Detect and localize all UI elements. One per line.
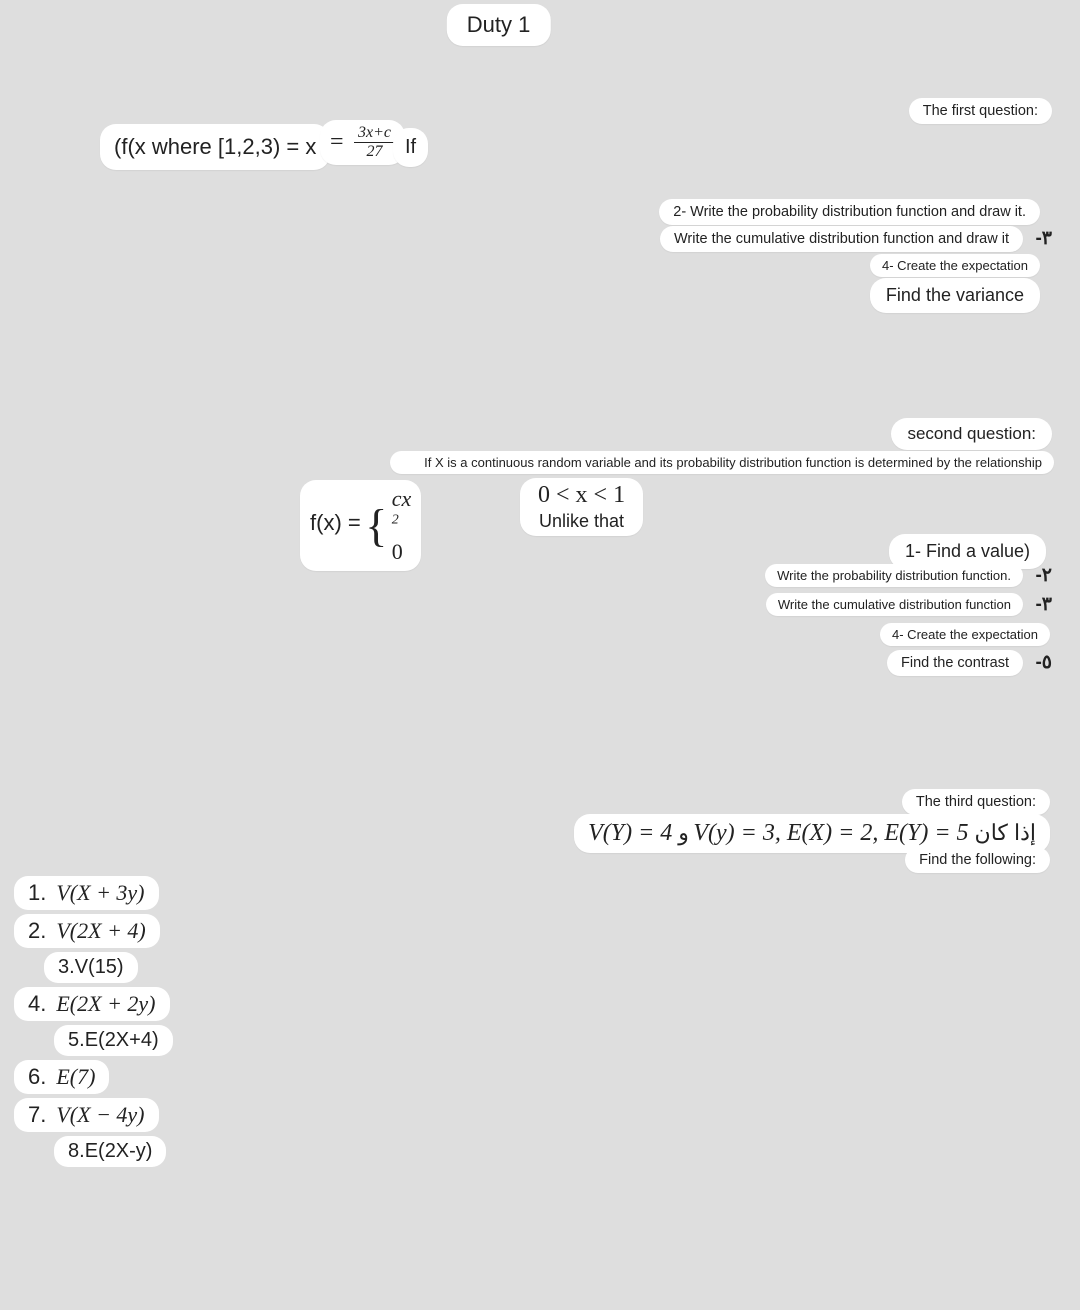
q2-interval-block: 0 < x < 1 Unlike that: [520, 478, 643, 536]
q3-item-8: 8.E(2X-y): [54, 1136, 166, 1167]
q3-item-7: 7.V(X − 4y): [14, 1098, 159, 1132]
q2-heading: second question:: [891, 418, 1052, 450]
q1-item2: 2- Write the probability distribution fu…: [659, 199, 1040, 225]
q3-find: Find the following:: [905, 847, 1050, 873]
q2-intro: If X is a continuous random variable and…: [390, 451, 1054, 474]
q1-item5: Find the variance: [870, 278, 1040, 313]
q1-item3-text: Write the cumulative distribution functi…: [660, 226, 1023, 252]
q2-fx-lhs: f(x) =: [310, 510, 361, 535]
q2-item5-num: -٥: [1035, 652, 1052, 673]
q3-list: 1.V(X + 3y) 2.V(2X + 4) 3.V(15) 4.E(2X +…: [14, 874, 173, 1169]
q2-item2-text: Write the probability distribution funct…: [765, 564, 1023, 587]
q3-item-3: 3.V(15): [44, 952, 138, 983]
q1-if: If: [393, 128, 428, 167]
q2-brace-top-exp: 2: [392, 513, 399, 528]
q2-item2-num: -٢: [1035, 565, 1052, 586]
q1-item4: 4- Create the expectation: [870, 254, 1040, 277]
q2-item3-num: -٣: [1035, 594, 1052, 615]
q3-item-2: 2.V(2X + 4): [14, 914, 160, 948]
q3-item-6: 6.E(7): [14, 1060, 109, 1094]
q2-interval: 0 < x < 1: [538, 482, 625, 509]
q1-formula-lhs: (f(x where [1,2,3) = x: [100, 124, 330, 170]
q1-formula-den: 27: [354, 143, 395, 161]
q3-item-4: 4.E(2X + 2y): [14, 987, 170, 1021]
q1-heading: The first question:: [909, 98, 1052, 124]
q2-brace-top: cx: [392, 486, 412, 512]
q2-brace-bot: 0: [392, 539, 412, 565]
q3-heading: The third question:: [902, 789, 1050, 815]
page-title: Duty 1: [447, 4, 551, 46]
q2-item3-text: Write the cumulative distribution functi…: [766, 593, 1023, 616]
q2-otherwise: Unlike that: [538, 511, 625, 532]
q1-formula-num: 3x+c: [354, 124, 395, 143]
q1-item3-num: -٣: [1035, 228, 1052, 249]
q2-item5-text: Find the contrast: [887, 650, 1023, 676]
q3-item-1: 1.V(X + 3y): [14, 876, 159, 910]
q3-item-5: 5.E(2X+4): [54, 1025, 173, 1056]
q2-fx: f(x) = { cx2 0: [300, 480, 421, 571]
q2-item4: 4- Create the expectation: [880, 623, 1050, 646]
